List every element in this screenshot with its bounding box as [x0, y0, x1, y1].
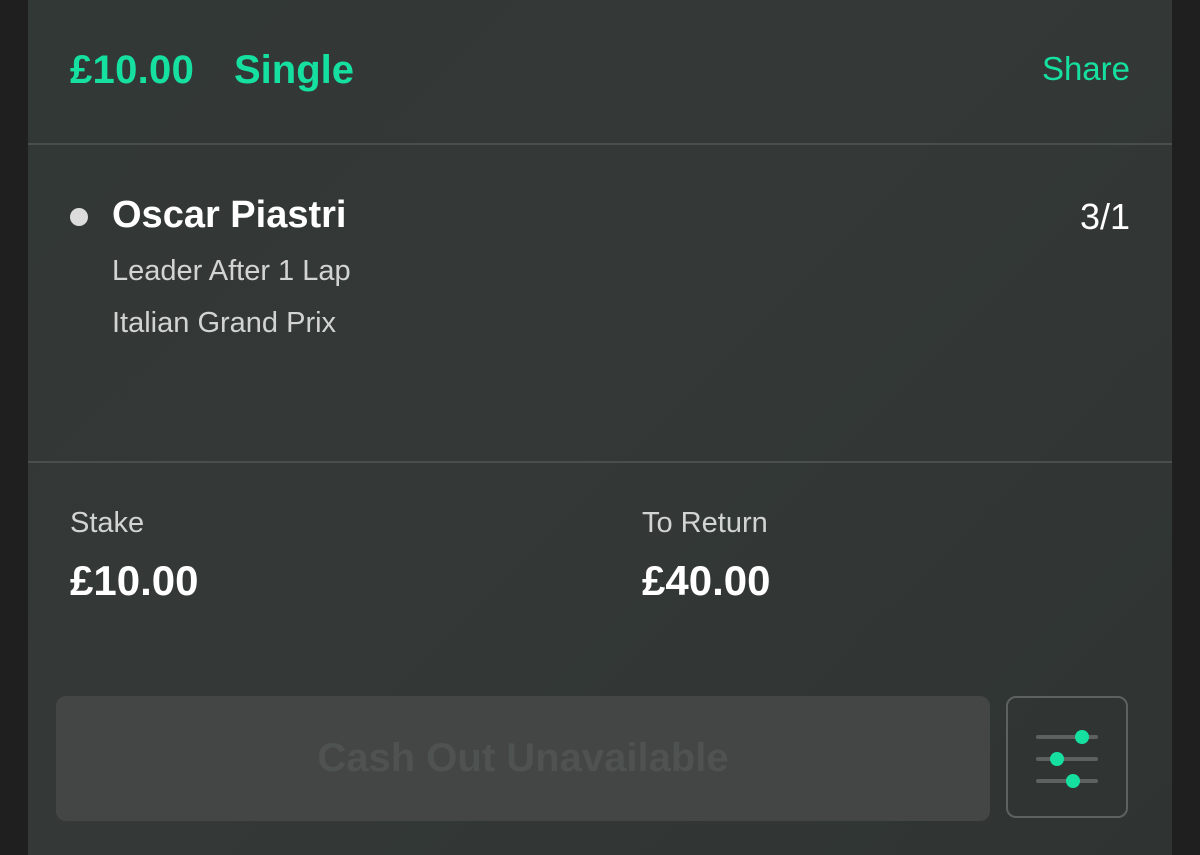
stake-label: Stake	[70, 507, 145, 539]
selection-name: Oscar Piastri	[112, 194, 347, 236]
header-divider	[28, 143, 1172, 145]
cash-out-button[interactable]: Cash Out Unavailable	[56, 696, 990, 821]
selection-divider	[28, 461, 1172, 463]
cash-out-label: Cash Out Unavailable	[317, 736, 729, 780]
selection-event: Italian Grand Prix	[112, 307, 337, 339]
bet-card: £10.00 Single Share Oscar Piastri 3/1 Le…	[28, 0, 1172, 855]
sliders-icon	[1035, 725, 1099, 789]
bet-amount: £10.00	[70, 48, 195, 92]
selection-dot-icon	[70, 208, 88, 226]
share-link[interactable]: Share	[1042, 50, 1130, 88]
cash-out-settings-button[interactable]	[1006, 696, 1128, 818]
bet-card-header: £10.00 Single Share	[28, 0, 1172, 144]
selection-odds: 3/1	[1079, 196, 1130, 237]
selection-market: Leader After 1 Lap	[112, 255, 351, 287]
bet-type: Single	[234, 48, 355, 92]
return-value: £40.00	[642, 557, 771, 604]
stake-value: £10.00	[70, 557, 199, 604]
return-label: To Return	[642, 507, 768, 539]
